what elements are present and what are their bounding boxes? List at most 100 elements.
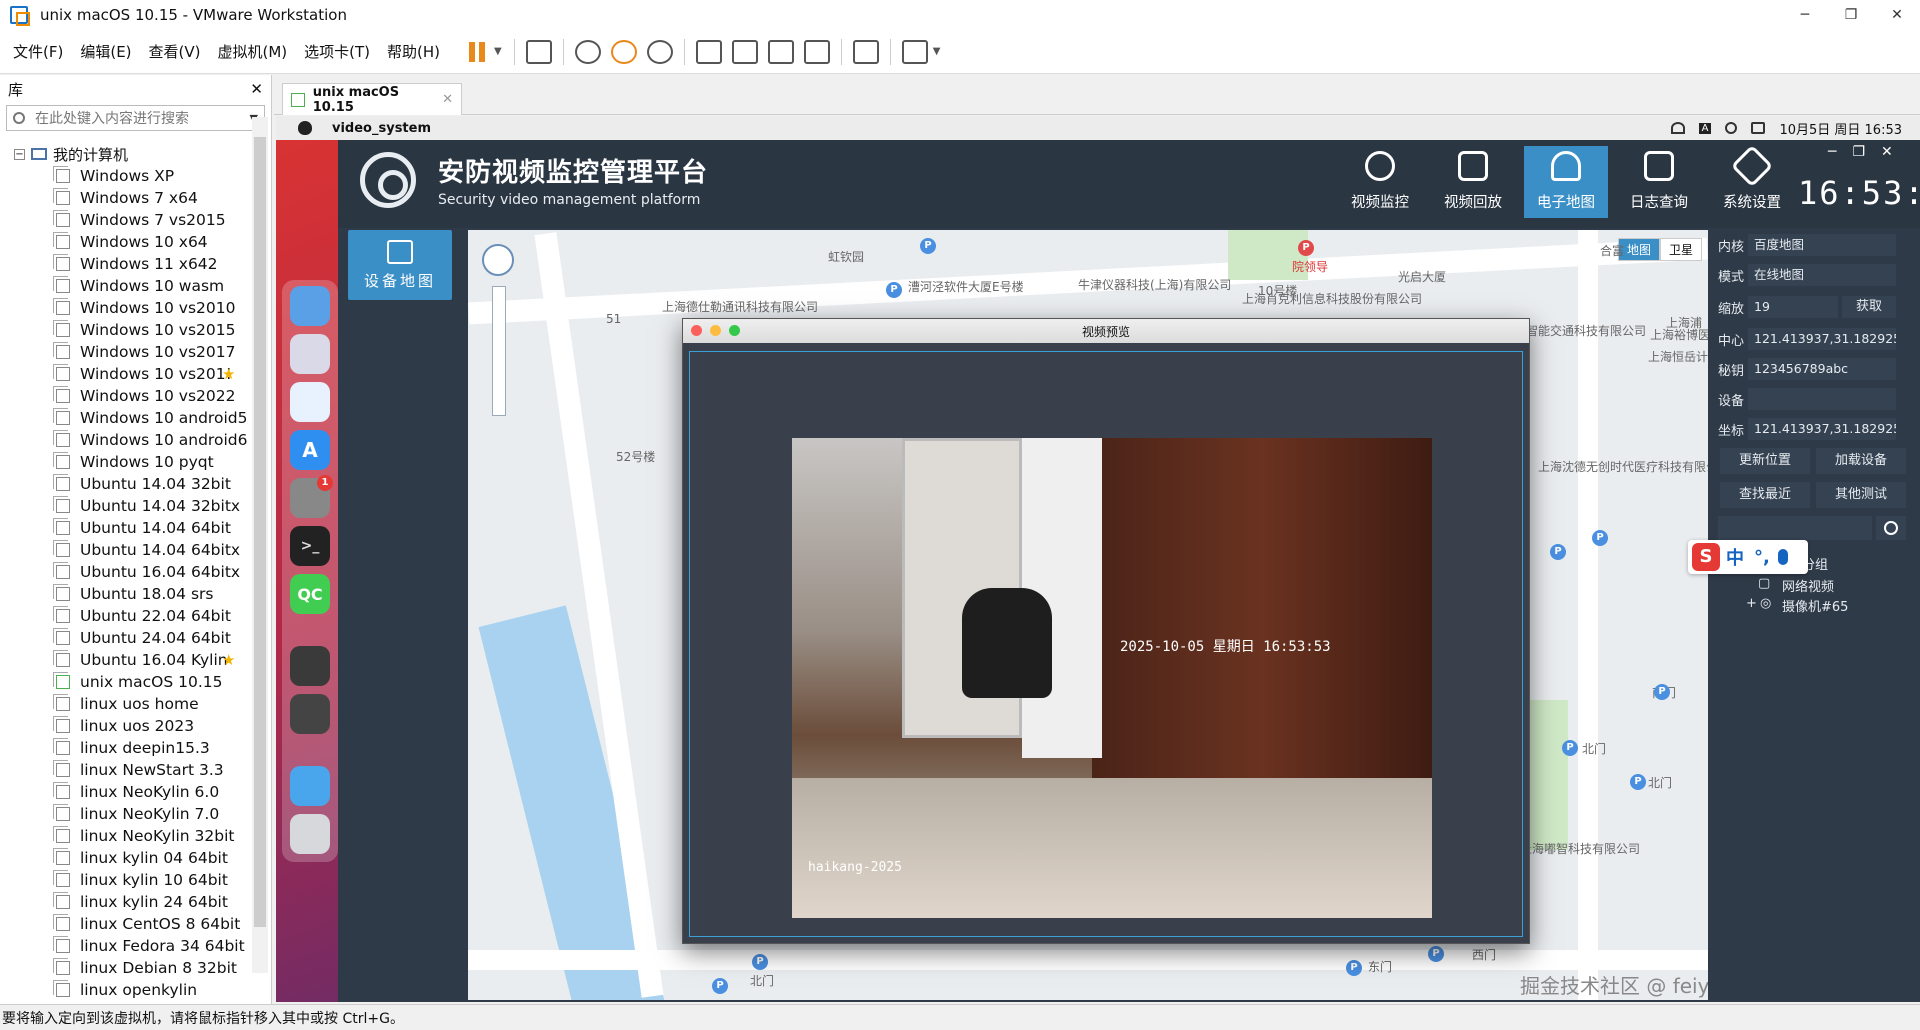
vm-list-item[interactable]: linux uos 2023 xyxy=(4,715,252,737)
kernel-select[interactable]: 百度地图 xyxy=(1748,234,1896,256)
tree-expand-icon[interactable]: + xyxy=(1746,596,1757,611)
map-pin-icon[interactable]: P xyxy=(920,238,936,254)
menu-help[interactable]: 帮助(H) xyxy=(387,41,440,62)
thumbnail-view-icon[interactable] xyxy=(731,39,758,64)
library-scrollbar[interactable] xyxy=(252,117,268,973)
find-nearest-button[interactable]: 查找最近 xyxy=(1720,482,1810,508)
map-pin-icon[interactable]: P xyxy=(1654,684,1670,700)
vm-list-item[interactable]: linux uos home xyxy=(4,693,252,715)
vm-list-item[interactable]: linux kylin 04 64bit xyxy=(4,847,252,869)
vm-list-item[interactable]: Windows 10 vs2017 xyxy=(4,341,252,363)
key-input[interactable]: 123456789abc xyxy=(1748,358,1896,380)
vm-list-item[interactable]: Windows XP xyxy=(4,165,252,187)
collapse-icon[interactable]: − xyxy=(14,148,25,160)
map-type-map[interactable]: 地图 xyxy=(1617,238,1660,261)
menu-file[interactable]: 文件(F) xyxy=(13,41,63,62)
preview-close-button[interactable] xyxy=(691,325,702,336)
app-maximize-button[interactable]: ❐ xyxy=(1852,144,1865,160)
photo-booth-icon[interactable] xyxy=(290,694,330,734)
load-devices-button[interactable]: 加载设备 xyxy=(1816,448,1906,474)
sogou-ime-toolbar[interactable]: S 中 °, xyxy=(1688,540,1808,574)
vm-list-item[interactable]: Ubuntu 14.04 64bit xyxy=(4,517,252,539)
menu-edit[interactable]: 编辑(E) xyxy=(80,41,131,62)
map-pin-icon[interactable]: P xyxy=(1550,544,1566,560)
map-type-satellite[interactable]: 卫星 xyxy=(1659,238,1702,261)
vm-list-item[interactable]: unix macOS 10.15 xyxy=(4,671,252,693)
vm-list-item[interactable]: Windows 10 android6 xyxy=(4,429,252,451)
qt-creator-icon[interactable]: QC xyxy=(290,574,330,614)
vm-list-item[interactable]: Windows 11 x642 xyxy=(4,253,252,275)
get-button[interactable]: 获取 xyxy=(1842,296,1896,318)
menu-vm[interactable]: 虚拟机(M) xyxy=(218,41,288,62)
wifi-icon[interactable] xyxy=(1670,122,1685,134)
input-source-icon[interactable]: A xyxy=(1698,122,1712,134)
map-pin-icon[interactable]: P xyxy=(1298,240,1314,256)
minimize-button[interactable]: ─ xyxy=(1782,7,1828,23)
map-pin-icon[interactable]: P xyxy=(1592,530,1608,546)
nav-electronic-map[interactable]: 电子地图 xyxy=(1524,146,1608,218)
folder-icon[interactable] xyxy=(290,766,330,806)
fullscreen-icon[interactable] xyxy=(767,39,794,64)
pause-dropdown-icon[interactable]: ▼ xyxy=(494,46,502,57)
vm-list-item[interactable]: Windows 10 android5 xyxy=(4,407,252,429)
vm-list-item[interactable]: Ubuntu 14.04 32bitx xyxy=(4,495,252,517)
maximize-button[interactable]: ❐ xyxy=(1828,7,1874,23)
snapshot-manager-icon[interactable] xyxy=(646,39,673,64)
search-icon[interactable] xyxy=(1876,516,1906,540)
map-pin-icon[interactable]: P xyxy=(752,954,768,970)
vm-list-item[interactable]: linux kylin 24 64bit xyxy=(4,891,252,913)
vm-list-item[interactable]: linux NeoKylin 32bit xyxy=(4,825,252,847)
nav-video-playback[interactable]: 视频回放 xyxy=(1431,146,1515,218)
vm-list-item[interactable]: Ubuntu 16.04 64bitx xyxy=(4,561,252,583)
vm-list-item[interactable]: linux Debian 8 32bit xyxy=(4,957,252,979)
nav-log-query[interactable]: 日志查询 xyxy=(1617,146,1701,218)
map-pan-control[interactable] xyxy=(482,244,514,276)
device-map-button[interactable]: 设备地图 xyxy=(348,230,452,300)
library-search-placeholder[interactable]: 在此处键入内容进行搜索 xyxy=(35,108,189,128)
mac-datetime[interactable]: 10月5日 周日 16:53 xyxy=(1779,119,1902,138)
map-zoom-slider[interactable] xyxy=(492,286,506,416)
quicktime-icon[interactable] xyxy=(290,646,330,686)
nav-video-monitor[interactable]: 视频监控 xyxy=(1338,146,1422,218)
mac-app-name[interactable]: video_system xyxy=(332,121,431,136)
system-preferences-icon[interactable]: 1 xyxy=(290,475,333,518)
other-test-button[interactable]: 其他测试 xyxy=(1816,482,1906,508)
mode-select[interactable]: 在线地图 xyxy=(1748,264,1896,286)
menu-tabs[interactable]: 选项卡(T) xyxy=(304,41,370,62)
tree-root[interactable]: − 我的计算机 xyxy=(4,143,252,165)
ime-punct[interactable]: °, xyxy=(1754,547,1770,568)
map-pin-icon[interactable]: P xyxy=(1562,740,1578,756)
vm-list-item[interactable]: Windows 7 vs2015 xyxy=(4,209,252,231)
vm-list-item[interactable]: linux CentOS 8 64bit xyxy=(4,913,252,935)
vm-list-item[interactable]: Ubuntu 22.04 64bit xyxy=(4,605,252,627)
unity-icon[interactable] xyxy=(803,39,830,64)
finder-icon[interactable] xyxy=(290,286,330,326)
menu-view[interactable]: 查看(V) xyxy=(149,41,201,62)
vm-list-item[interactable]: Windows 10 vs201! ★ xyxy=(4,363,252,385)
vm-list-item[interactable]: linux openkylin xyxy=(4,979,252,999)
vm-list-item[interactable]: linux deepin15.3 xyxy=(4,737,252,759)
pause-icon[interactable] xyxy=(467,40,489,64)
vm-list-item[interactable]: Windows 10 vs2010 xyxy=(4,297,252,319)
launchpad-icon[interactable] xyxy=(290,334,330,374)
revert-snapshot-icon[interactable] xyxy=(610,39,637,64)
vm-list-item[interactable]: Ubuntu 24.04 64bit xyxy=(4,627,252,649)
app-close-button[interactable]: ✕ xyxy=(1881,144,1893,160)
tab-macos[interactable]: unix macOS 10.15 ✕ xyxy=(282,83,462,115)
library-view-icon[interactable] xyxy=(695,39,722,64)
terminal-icon[interactable]: >_ xyxy=(290,526,330,566)
vm-list-item[interactable]: Windows 10 vs2015 xyxy=(4,319,252,341)
send-ctrl-alt-del-icon[interactable] xyxy=(525,39,552,64)
preview-minimize-button[interactable] xyxy=(710,325,721,336)
preview-maximize-button[interactable] xyxy=(729,325,740,336)
safari-icon[interactable] xyxy=(290,382,330,422)
device-select[interactable] xyxy=(1748,388,1896,410)
map-pin-icon[interactable]: P xyxy=(886,282,902,298)
vm-list-item[interactable]: Windows 10 vs2022 xyxy=(4,385,252,407)
stretch-dropdown-icon[interactable]: ▼ xyxy=(933,46,941,57)
vm-list-item[interactable]: linux NewStart 3.3 xyxy=(4,759,252,781)
vm-list-item[interactable]: Windows 7 x64 xyxy=(4,187,252,209)
zoom-input[interactable]: 19 xyxy=(1748,296,1838,318)
vm-list-item[interactable]: linux kylin 10 64bit xyxy=(4,869,252,891)
ime-mode[interactable]: 中 xyxy=(1726,544,1744,570)
